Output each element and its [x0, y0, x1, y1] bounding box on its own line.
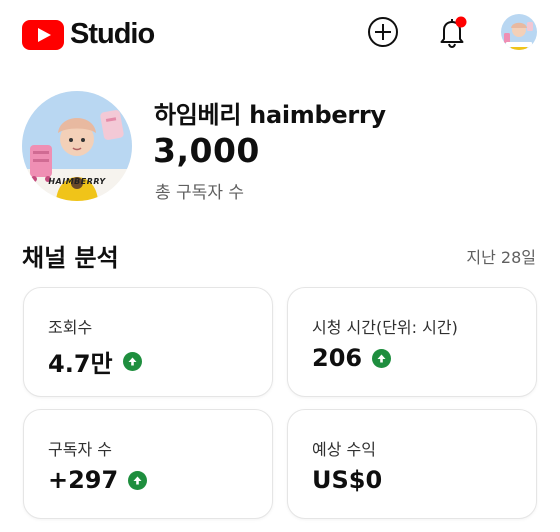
channel-analytics-title: 채널 분석 [22, 244, 119, 272]
card-value: +297 [48, 466, 119, 494]
channel-name: 하임베리 haimberry [154, 101, 386, 129]
channel-avatar[interactable]: HAIMBERRY [22, 91, 132, 201]
top-bar: Studio [0, 0, 560, 64]
subscriber-count: 3,000 [153, 131, 260, 170]
card-value: US$0 [312, 466, 383, 494]
card-label: 조회수 [48, 318, 93, 337]
card-value-row: +297 [48, 466, 148, 494]
card-value-row: US$0 [312, 466, 382, 494]
trend-up-icon [372, 348, 392, 368]
youtube-studio-logo[interactable]: Studio [22, 18, 155, 51]
trend-up-icon [122, 352, 142, 371]
notification-dot [455, 16, 467, 28]
logo-text: Studio [70, 18, 155, 50]
card-label: 구독자 수 [48, 440, 112, 459]
youtube-play-icon [22, 19, 64, 50]
watch-time-card[interactable]: 시청 시간(단위: 시간) 206 [287, 287, 537, 397]
analytics-period: 지난 28일 [466, 248, 536, 267]
subscribers-card[interactable]: 구독자 수 +297 [23, 409, 273, 519]
create-icon [368, 17, 398, 47]
create-button[interactable] [366, 15, 400, 49]
estimated-revenue-card[interactable]: 예상 수익 US$0 [287, 409, 537, 519]
subscriber-count-label: 총 구독자 수 [155, 183, 245, 203]
views-card[interactable]: 조회수 4.7만 [23, 287, 273, 397]
card-value-row: 206 [312, 344, 392, 372]
card-label: 시청 시간(단위: 시간) [312, 318, 458, 337]
trend-up-icon [128, 470, 148, 490]
notification-bell-icon [440, 16, 467, 49]
card-label: 예상 수익 [312, 440, 376, 459]
notifications-button[interactable] [435, 15, 469, 49]
card-value: 206 [312, 344, 363, 372]
card-value-row: 4.7만 [48, 344, 142, 379]
account-avatar-image [501, 14, 537, 50]
account-avatar[interactable] [501, 14, 537, 50]
card-value: 4.7만 [48, 350, 113, 378]
avatar-caption: HAIMBERRY [48, 177, 106, 186]
